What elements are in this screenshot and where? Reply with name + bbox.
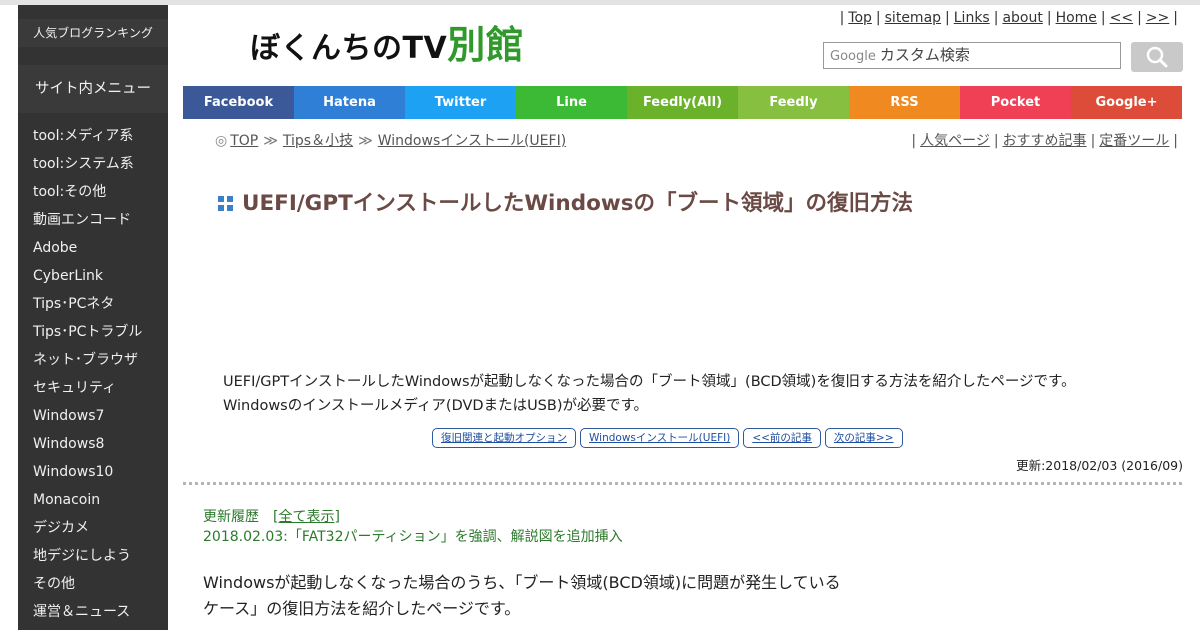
breadcrumb-separator: ≫ bbox=[358, 133, 373, 149]
breadcrumb-link[interactable]: Tips＆小技 bbox=[283, 133, 353, 149]
history-entry: 2018.02.03:「FAT32パーティション」を強調、解説図を追加挿入 bbox=[203, 529, 623, 545]
link-separator: | bbox=[945, 10, 950, 26]
ranking-link[interactable]: 人気ブログランキング bbox=[18, 19, 168, 47]
search-input[interactable]: Google カスタム検索 bbox=[823, 42, 1121, 69]
updated-date: 更新:2018/02/03 (2016/09) bbox=[1016, 458, 1183, 473]
share-button[interactable]: Feedly(All) bbox=[627, 86, 738, 119]
sub-link[interactable]: 定番ツール bbox=[1099, 133, 1169, 149]
article-body: Windowsが起動しなくなった場合のうち、「ブート領域(BCD領域)に問題が発… bbox=[203, 573, 841, 618]
logo-accent: 別館 bbox=[447, 23, 525, 67]
sidebar-item[interactable]: Monacoin bbox=[18, 486, 168, 514]
show-all-link[interactable]: 全て表示 bbox=[278, 509, 334, 525]
sidebar-item[interactable]: セキュリティ bbox=[18, 374, 168, 402]
breadcrumb-marker: ◎ bbox=[215, 133, 228, 149]
search-brand: Google bbox=[830, 49, 876, 64]
sidebar-item[interactable]: Windows7 bbox=[18, 402, 168, 430]
top-link[interactable]: sitemap bbox=[885, 10, 941, 26]
top-link[interactable]: >> bbox=[1146, 10, 1169, 26]
link-separator: | bbox=[1173, 133, 1178, 149]
breadcrumb-link[interactable]: TOP bbox=[230, 133, 258, 149]
sidebar-item[interactable]: tool:メディア系 bbox=[18, 122, 168, 150]
link-separator: | bbox=[875, 10, 881, 26]
share-button[interactable]: Pocket bbox=[960, 86, 1071, 119]
sidebar-item[interactable]: デジカメ bbox=[18, 514, 168, 542]
sub-links: | 人気ページ | おすすめ記事 | 定番ツール | bbox=[907, 130, 1182, 150]
sidebar-item[interactable]: ネット･ブラウザ bbox=[18, 346, 168, 374]
sidebar-item[interactable]: tool:システム系 bbox=[18, 150, 168, 178]
share-button[interactable]: Hatena bbox=[294, 86, 405, 119]
link-separator: | bbox=[993, 10, 999, 26]
history-label: 更新履歴 [ bbox=[203, 509, 279, 525]
link-separator: | bbox=[1046, 10, 1052, 26]
breadcrumb-separator: ≫ bbox=[263, 133, 278, 149]
breadcrumb-link[interactable]: Windowsインストール(UEFI) bbox=[378, 133, 566, 149]
top-link[interactable]: Links bbox=[954, 10, 990, 26]
link-separator: | bbox=[1100, 10, 1106, 26]
link-separator: | bbox=[993, 133, 999, 149]
sub-link[interactable]: おすすめ記事 bbox=[1003, 133, 1087, 149]
article-nav-button[interactable]: 次の記事>> bbox=[824, 428, 903, 448]
search-icon bbox=[1146, 46, 1168, 68]
site-menu-title: サイト内メニュー bbox=[18, 65, 168, 113]
share-button[interactable]: Feedly bbox=[738, 86, 849, 119]
sidebar-item[interactable]: Windows8 bbox=[18, 430, 168, 458]
article-nav-button[interactable]: Windowsインストール(UEFI) bbox=[580, 428, 740, 448]
search-placeholder: カスタム検索 bbox=[879, 46, 970, 64]
history-close: ] bbox=[334, 509, 340, 525]
top-nav-links: | Top | sitemap | Links | about | Home | << | >> | bbox=[836, 10, 1182, 26]
share-button[interactable]: Twitter bbox=[405, 86, 516, 119]
sidebar: 人気ブログランキング サイト内メニュー tool:メディア系 tool:システム系… bbox=[18, 5, 168, 630]
top-link[interactable]: about bbox=[1002, 10, 1042, 26]
link-separator: | bbox=[1090, 133, 1096, 149]
top-link[interactable]: << bbox=[1110, 10, 1133, 26]
article-nav-buttons: 復旧関連と起動オプション Windowsインストール(UEFI) <<前の記事 次の記… bbox=[432, 428, 903, 448]
link-separator: | bbox=[1137, 10, 1142, 26]
top-strip bbox=[0, 0, 1200, 5]
share-bar: Facebook Hatena Twitter Line Feedly(All) Feed… bbox=[183, 86, 1182, 119]
share-button[interactable]: Google+ bbox=[1071, 86, 1182, 119]
share-button[interactable]: Line bbox=[516, 86, 627, 119]
link-separator: | bbox=[839, 10, 845, 26]
sidebar-item[interactable]: tool:その他 bbox=[18, 178, 168, 206]
link-separator: | bbox=[1173, 10, 1178, 26]
sidebar-item[interactable]: Tips･PCネタ bbox=[18, 290, 168, 318]
sidebar-item[interactable]: Tips･PCトラブル bbox=[18, 318, 168, 346]
sidebar-item[interactable]: 運営＆ニュース bbox=[18, 598, 168, 626]
sub-link[interactable]: 人気ページ bbox=[920, 133, 990, 149]
top-link[interactable]: Top bbox=[848, 10, 872, 26]
share-button[interactable]: RSS bbox=[849, 86, 960, 119]
site-logo[interactable]: ぼくんちのTV別館 bbox=[250, 20, 524, 70]
sidebar-item[interactable]: CyberLink bbox=[18, 262, 168, 290]
top-link[interactable]: Home bbox=[1056, 10, 1097, 26]
update-history: 更新履歴 [全て表示] 2018.02.03:「FAT32パーティション」を強調… bbox=[203, 507, 623, 547]
article-nav-button[interactable]: <<前の記事 bbox=[743, 428, 821, 448]
link-separator: | bbox=[911, 133, 917, 149]
sidebar-item[interactable]: Adobe bbox=[18, 234, 168, 262]
search-button[interactable] bbox=[1131, 42, 1183, 72]
sidebar-item[interactable]: 動画エンコード bbox=[18, 206, 168, 234]
sidebar-item[interactable]: その他 bbox=[18, 570, 168, 598]
article-intro: UEFI/GPTインストールしたWindowsが起動しなくなった場合の「ブート領… bbox=[223, 374, 1076, 414]
article-nav-button[interactable]: 復旧関連と起動オプション bbox=[432, 428, 576, 448]
title-squares-icon bbox=[218, 196, 234, 212]
page-title: UEFI/GPTインストールしたWindowsの「ブート領域」の復旧方法 bbox=[242, 191, 914, 216]
sidebar-item[interactable]: 地デジにしよう bbox=[18, 542, 168, 570]
share-button[interactable]: Facebook bbox=[183, 86, 294, 119]
sidebar-menu: tool:メディア系 tool:システム系 tool:その他 動画エンコード Adobe… bbox=[18, 122, 168, 626]
breadcrumb: ◎ TOP ≫ Tips＆小技 ≫ Windowsインストール(UEFI) bbox=[215, 130, 566, 150]
dotted-divider bbox=[183, 482, 1182, 485]
logo-text: ぼくんちのTV bbox=[250, 31, 448, 66]
sidebar-item[interactable]: Windows10 bbox=[18, 458, 168, 486]
